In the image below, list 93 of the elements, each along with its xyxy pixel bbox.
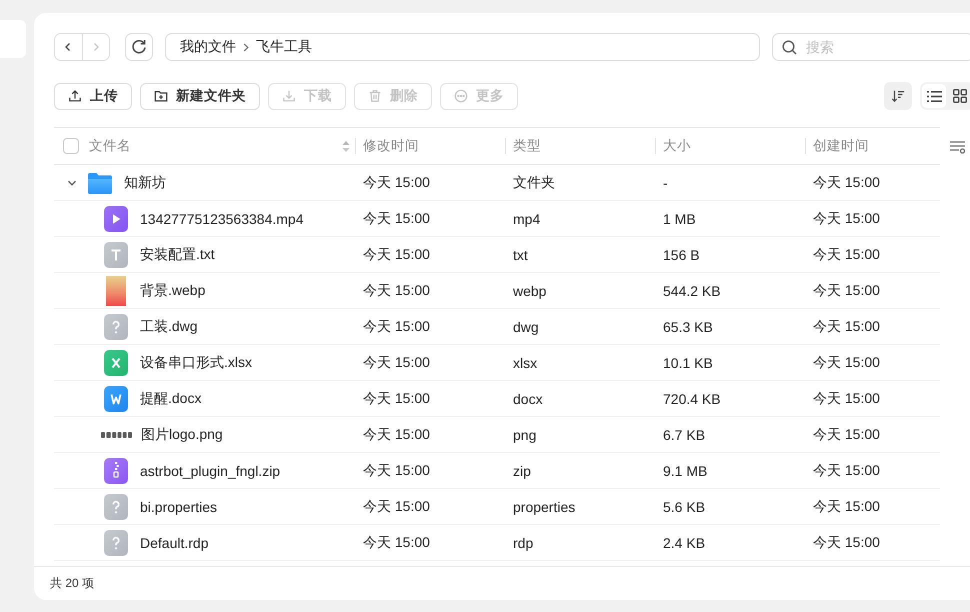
spreadsheet-file-icon	[104, 350, 128, 376]
column-header[interactable]: 类型	[513, 137, 541, 155]
select-all-checkbox[interactable]	[63, 138, 79, 154]
table-cell: 156 B	[663, 246, 700, 262]
unknown-file-icon	[104, 314, 128, 340]
archive-file-icon	[104, 458, 128, 484]
table-cell: 1 MB	[663, 210, 696, 226]
grid-icon	[953, 89, 967, 103]
table-cell: 今天 15:00	[813, 534, 880, 550]
breadcrumb-link[interactable]: 飞牛工具	[256, 38, 312, 56]
table-cell: docx	[513, 390, 543, 406]
sort-icon	[891, 89, 905, 103]
table-cell: 今天 15:00	[363, 174, 430, 190]
file-name[interactable]: 设备串口形式.xlsx	[140, 354, 252, 372]
table-cell: 10.1 KB	[663, 354, 713, 370]
column-header[interactable]: 文件名	[89, 137, 131, 155]
file-name[interactable]: astrbot_plugin_fngl.zip	[140, 462, 280, 478]
table-cell: 今天 15:00	[813, 246, 880, 262]
breadcrumb-separator-icon	[243, 42, 249, 52]
table-cell: 今天 15:00	[363, 246, 430, 262]
table-cell: txt	[513, 246, 528, 262]
table-cell: 今天 15:00	[363, 318, 430, 334]
table-cell: 5.6 KB	[663, 498, 706, 514]
table-cell: png	[513, 426, 536, 442]
table-cell: 今天 15:00	[813, 318, 880, 334]
table-cell: zip	[513, 462, 531, 478]
file-name[interactable]: 提醒.docx	[140, 390, 202, 408]
breadcrumb-link[interactable]: 我的文件	[180, 38, 236, 56]
table-cell: 今天 15:00	[363, 462, 430, 478]
table-cell: 今天 15:00	[813, 354, 880, 370]
table-cell: 今天 15:00	[813, 210, 880, 226]
table-cell: properties	[513, 498, 576, 514]
table-cell: 今天 15:00	[363, 498, 430, 514]
file-name[interactable]: 安装配置.txt	[140, 246, 215, 264]
document-file-icon	[104, 386, 128, 412]
table-cell: mp4	[513, 210, 540, 226]
image-thumbnail	[106, 276, 126, 306]
table-cell: 720.4 KB	[663, 390, 721, 406]
column-header[interactable]: 创建时间	[813, 137, 869, 155]
folder-plus-icon	[154, 89, 168, 103]
refresh-button[interactable]	[125, 33, 153, 61]
table-cell: 今天 15:00	[363, 390, 430, 406]
sort-button[interactable]	[884, 82, 912, 110]
more-icon	[454, 89, 468, 103]
table-cell: webp	[513, 282, 546, 298]
unknown-file-icon	[104, 530, 128, 556]
table-cell: 今天 15:00	[363, 210, 430, 226]
trash-icon	[368, 89, 382, 103]
file-name[interactable]: 工装.dwg	[140, 318, 198, 336]
table-cell: 文件夹	[513, 174, 555, 190]
list-view-button[interactable]	[922, 84, 946, 108]
file-name[interactable]: bi.properties	[140, 498, 218, 514]
column-header[interactable]: 大小	[663, 137, 691, 155]
column-header[interactable]: 修改时间	[363, 137, 419, 155]
table-cell: 9.1 MB	[663, 462, 708, 478]
logo-thumbnail	[101, 432, 132, 438]
table-cell: 今天 15:00	[813, 426, 880, 442]
file-name[interactable]: 知新坊	[124, 174, 166, 192]
upload-button[interactable]: 上传	[54, 82, 132, 110]
table-cell: 今天 15:00	[363, 426, 430, 442]
table-cell: 65.3 KB	[663, 318, 713, 334]
table-cell: dwg	[513, 318, 539, 334]
video-file-icon	[104, 206, 128, 232]
refresh-icon	[131, 39, 147, 55]
file-name[interactable]: Default.rdp	[140, 534, 208, 550]
table-cell: 今天 15:00	[813, 390, 880, 406]
column-settings-icon[interactable]	[950, 140, 966, 154]
table-cell: 今天 15:00	[813, 462, 880, 478]
search-icon	[782, 40, 797, 55]
file-name[interactable]: 图片logo.png	[141, 426, 223, 444]
table-cell: 544.2 KB	[663, 282, 721, 298]
table-cell: 2.4 KB	[663, 534, 706, 550]
unknown-file-icon	[104, 494, 128, 520]
table-cell: -	[663, 174, 668, 190]
folder-icon	[88, 172, 112, 194]
upload-icon	[68, 89, 82, 103]
table-cell: 今天 15:00	[813, 282, 880, 298]
table-cell: 今天 15:00	[363, 354, 430, 370]
item-count: 共 20 项	[50, 575, 94, 592]
table-cell: 今天 15:00	[813, 498, 880, 514]
table-cell: xlsx	[513, 354, 538, 370]
search-field[interactable]: 搜索	[772, 33, 970, 61]
table-cell: 今天 15:00	[363, 534, 430, 550]
table-cell: 6.7 KB	[663, 426, 706, 442]
download-icon	[282, 89, 296, 103]
file-name[interactable]: 背景.webp	[140, 282, 206, 300]
file-name[interactable]: 13427775123563384.mp4	[140, 210, 304, 226]
list-icon	[926, 90, 942, 102]
new-folder-button[interactable]: 新建文件夹	[140, 82, 260, 110]
table-cell: 今天 15:00	[363, 282, 430, 298]
text-file-icon	[104, 242, 128, 268]
table-cell: 今天 15:00	[813, 174, 880, 190]
table-cell: rdp	[513, 534, 534, 550]
